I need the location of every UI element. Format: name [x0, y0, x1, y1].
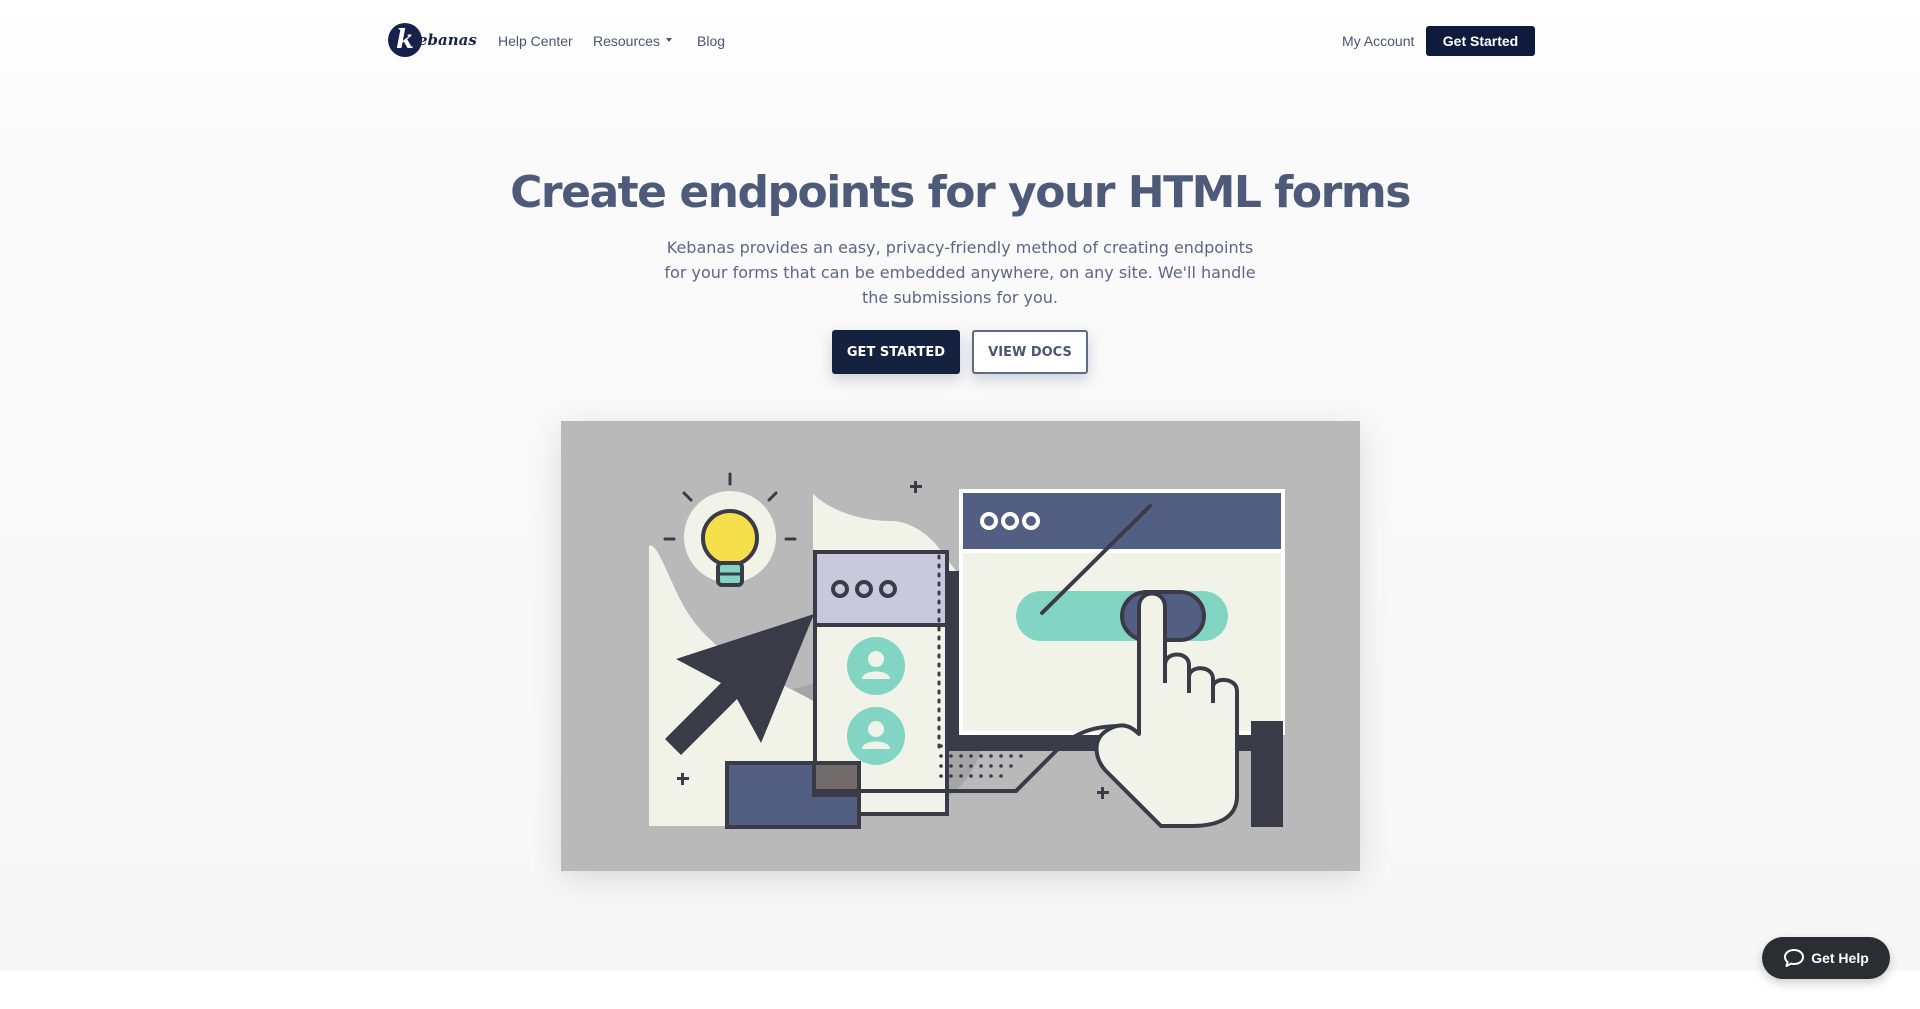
logo-badge: k — [388, 23, 422, 57]
nav-resources-dropdown[interactable]: Resources — [593, 32, 672, 50]
nav-my-account[interactable]: My Account — [1342, 32, 1414, 50]
lightbulb-icon — [701, 509, 759, 567]
form-endpoints-illustration — [649, 472, 1285, 829]
nav-get-started-button[interactable]: Get Started — [1426, 26, 1535, 56]
nav-help-center[interactable]: Help Center — [498, 32, 573, 50]
get-started-button[interactable]: GET STARTED — [832, 330, 960, 374]
top-navbar: k ebanas Help Center Resources Blog My A… — [0, 0, 1920, 82]
chat-bubble-icon — [1784, 949, 1805, 967]
view-docs-button[interactable]: VIEW DOCS — [972, 330, 1088, 374]
get-help-widget[interactable]: Get Help — [1762, 937, 1890, 979]
kebanas-logo[interactable]: k ebanas — [388, 22, 477, 58]
hero-subtitle: Kebanas provides an easy, privacy-friend… — [664, 238, 1256, 307]
caret-down-icon — [665, 38, 672, 43]
browser-titlebar — [959, 489, 1285, 553]
hero-illustration — [561, 421, 1360, 871]
logo-wordmark: ebanas — [418, 31, 477, 49]
nav-resources-label: Resources — [593, 33, 660, 49]
get-help-label: Get Help — [1811, 950, 1869, 966]
next-section-start — [0, 971, 1920, 1009]
nav-blog[interactable]: Blog — [697, 32, 725, 50]
hero-title: Create endpoints for your HTML forms — [510, 167, 1411, 218]
